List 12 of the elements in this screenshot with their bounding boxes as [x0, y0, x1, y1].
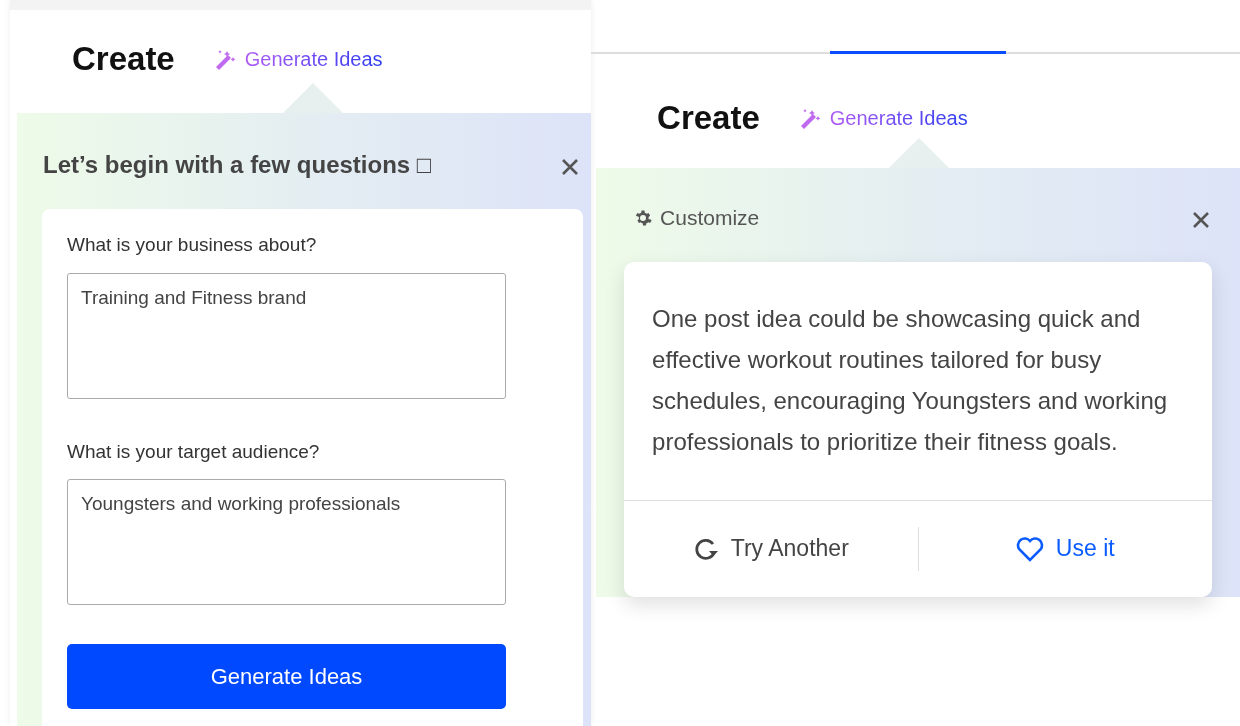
input-field[interactable]: Youngsters and working professionals — [67, 479, 507, 605]
field-label: What is your business about? — [67, 233, 318, 257]
use-it-button[interactable]: Use it — [918, 530, 1212, 567]
field-label: What is your target audience? — [67, 439, 321, 464]
page-title: Create — [657, 97, 760, 138]
page-title: Create — [72, 38, 175, 79]
try-another-button[interactable]: Try Another — [624, 530, 918, 567]
generate-ideas-button[interactable]: Generate Ideas — [67, 644, 507, 709]
idea-text: One post idea could be showcasing quick and effective workout routines tailored for busy schedules, encouraging Youngsters and working professionals to prioritize their fitness goals. — [624, 261, 1212, 501]
customize-button[interactable]: Customize — [634, 202, 760, 234]
popover-title: Let’s begin with a few questions □ — [43, 150, 432, 180]
input-field[interactable]: Training and Fitness brand — [67, 272, 507, 399]
